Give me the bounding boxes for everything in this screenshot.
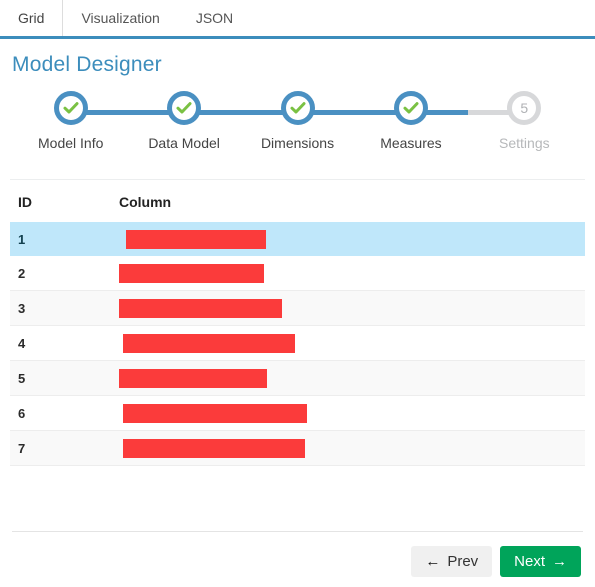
cell-column	[111, 222, 585, 256]
cell-column	[111, 326, 585, 361]
tab-visualization-label: Visualization	[81, 10, 160, 26]
check-icon	[403, 102, 419, 114]
stepper-bullet-5-number: 5	[520, 100, 529, 116]
cell-id: 3	[10, 290, 111, 326]
table-row[interactable]: 1	[10, 222, 585, 256]
stepper-bullet-1	[53, 91, 88, 125]
tab-json[interactable]: JSON	[178, 0, 251, 36]
stepper-label-4: Measures	[380, 135, 442, 151]
table-row[interactable]: 7	[10, 430, 585, 466]
redaction-bar	[123, 333, 295, 353]
prev-button-label: Prev	[447, 553, 479, 570]
redaction-bar	[119, 368, 267, 388]
footer-button-row: ← Prev Next →	[10, 546, 585, 577]
wizard-footer: ← Prev Next →	[0, 531, 595, 587]
tab-grid[interactable]: Grid	[0, 0, 64, 36]
stepper-label-1: Model Info	[38, 135, 104, 151]
cell-id: 5	[10, 360, 111, 396]
wizard-stepper: Model Info Data Model Dimensions Measure…	[14, 91, 581, 171]
table-row[interactable]: 5	[10, 360, 585, 396]
stepper-label-3: Dimensions	[260, 135, 335, 151]
stepper-label-2: Data Model	[148, 135, 220, 151]
redaction-bar	[119, 298, 282, 318]
table-row[interactable]: 4	[10, 326, 585, 361]
cell-id: 2	[18, 265, 26, 281]
redaction-bar	[123, 403, 307, 423]
footer-divider	[12, 531, 583, 532]
cell-column	[111, 396, 585, 431]
table-body: 1 2 3 4 5 6 7	[10, 222, 585, 466]
stepper-step-measures[interactable]: Measures	[354, 91, 525, 151]
tab-grid-label: Grid	[18, 10, 45, 26]
cell-id: 1	[18, 231, 26, 247]
table-row[interactable]: 3	[10, 290, 585, 326]
column-header-column[interactable]: Column	[111, 180, 585, 222]
table-head: ID Column	[10, 180, 585, 222]
stepper-bullet-2	[167, 91, 202, 125]
cell-column	[111, 430, 585, 466]
stepper-bullet-5: 5	[507, 91, 542, 125]
stepper-bullet-4	[393, 91, 428, 125]
cell-column	[111, 256, 585, 291]
table-row[interactable]: 6	[10, 396, 585, 431]
column-table: ID Column 1 2 3 4 5 6 7	[10, 180, 585, 466]
stepper-label-5: Settings	[499, 135, 550, 151]
arrow-left-icon: ←	[425, 553, 441, 570]
stepper-step-dimensions[interactable]: Dimensions	[241, 91, 411, 151]
column-header-id[interactable]: ID	[10, 180, 111, 222]
check-icon	[176, 102, 192, 114]
cell-column	[111, 360, 585, 396]
redaction-bar	[119, 263, 264, 283]
redaction-bar	[123, 438, 305, 458]
table-header-row: ID Column	[10, 180, 585, 222]
stepper-step-data-model[interactable]: Data Model	[127, 91, 298, 151]
cell-id: 7	[10, 430, 111, 466]
check-icon	[63, 102, 79, 114]
arrow-right-icon: →	[552, 553, 567, 570]
stepper-step-settings[interactable]: 5 Settings	[468, 91, 581, 151]
page-title: Model Designer	[12, 53, 162, 76]
cell-column	[111, 290, 585, 326]
tab-json-label: JSON	[195, 10, 234, 26]
check-icon	[290, 102, 306, 114]
stepper-step-model-info[interactable]: Model Info	[14, 91, 185, 151]
column-table-container: ID Column 1 2 3 4 5 6 7	[10, 179, 585, 466]
tab-bar: Grid Visualization JSON	[0, 0, 595, 39]
prev-button[interactable]: ← Prev	[411, 546, 493, 577]
cell-id: 4	[18, 335, 26, 351]
redaction-bar	[126, 229, 266, 249]
cell-id: 6	[18, 405, 26, 421]
table-row[interactable]: 2	[10, 256, 585, 291]
next-button-label: Next	[514, 553, 545, 570]
next-button[interactable]: Next →	[500, 546, 581, 577]
tab-visualization[interactable]: Visualization	[63, 0, 177, 36]
stepper-bullet-3	[280, 91, 315, 125]
